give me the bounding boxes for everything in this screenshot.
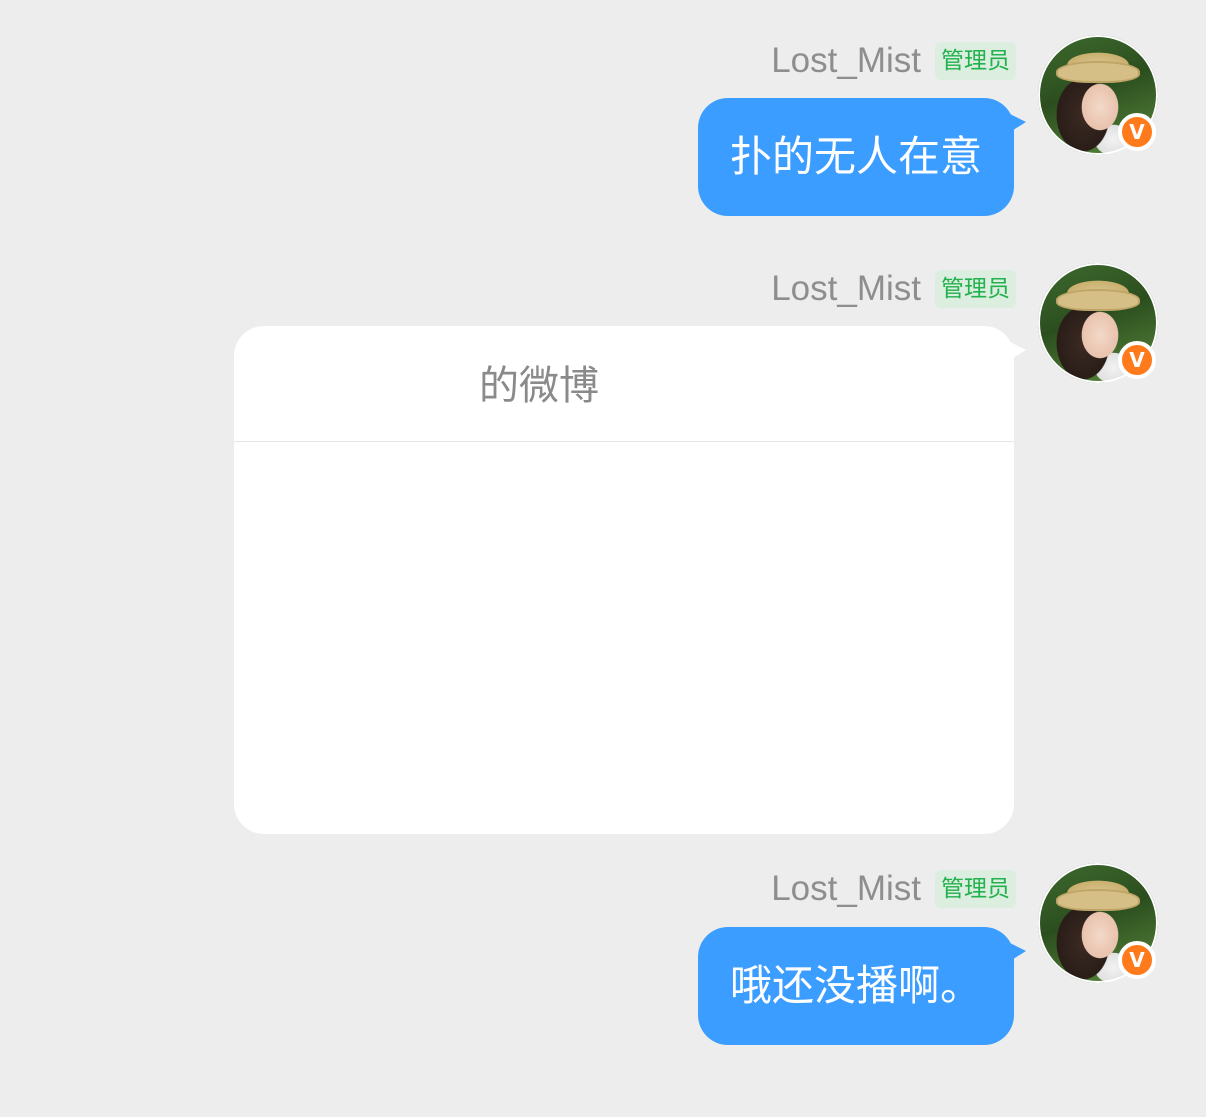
card-body [234, 442, 1014, 834]
sender-username[interactable]: Lost_Mist [771, 41, 921, 81]
bubble-tail [1010, 342, 1026, 360]
verified-v-badge-icon: V [1118, 113, 1156, 151]
role-badge-admin: 管理员 [935, 870, 1016, 908]
message-bubble[interactable]: 哦还没播啊。 [697, 927, 1026, 1045]
sender-avatar[interactable]: V [1038, 863, 1158, 983]
avatar-hat-shape [1056, 61, 1140, 83]
card-title: 的微博 [479, 363, 599, 409]
bubble-tail [1010, 943, 1026, 961]
role-badge-admin: 管理员 [935, 270, 1016, 308]
message-header: Lost_Mist 管理员 [771, 269, 1016, 309]
chat-thread: Lost_Mist 管理员 V 扑的无人在意 Lost_Mist 管理员 V 的… [0, 0, 1206, 1117]
bubble-tail [1010, 114, 1026, 132]
sender-username[interactable]: Lost_Mist [771, 269, 921, 309]
message-header: Lost_Mist 管理员 [771, 869, 1016, 909]
message-text: 扑的无人在意 [729, 132, 982, 181]
verified-v-badge-icon: V [1118, 341, 1156, 379]
avatar-hat-shape [1056, 289, 1140, 311]
verified-v-badge-icon: V [1118, 941, 1156, 979]
sender-avatar[interactable]: V [1038, 35, 1158, 155]
sender-username[interactable]: Lost_Mist [771, 869, 921, 909]
sender-avatar[interactable]: V [1038, 263, 1158, 383]
message-header: Lost_Mist 管理员 [771, 41, 1016, 81]
role-badge-admin: 管理员 [935, 42, 1016, 80]
card-header: 的微博 [234, 326, 1014, 442]
message-text: 哦还没播啊。 [729, 961, 982, 1010]
message-bubble[interactable]: 扑的无人在意 [697, 98, 1026, 216]
weibo-share-card[interactable]: 的微博 [234, 326, 1026, 834]
avatar-hat-shape [1056, 889, 1140, 911]
